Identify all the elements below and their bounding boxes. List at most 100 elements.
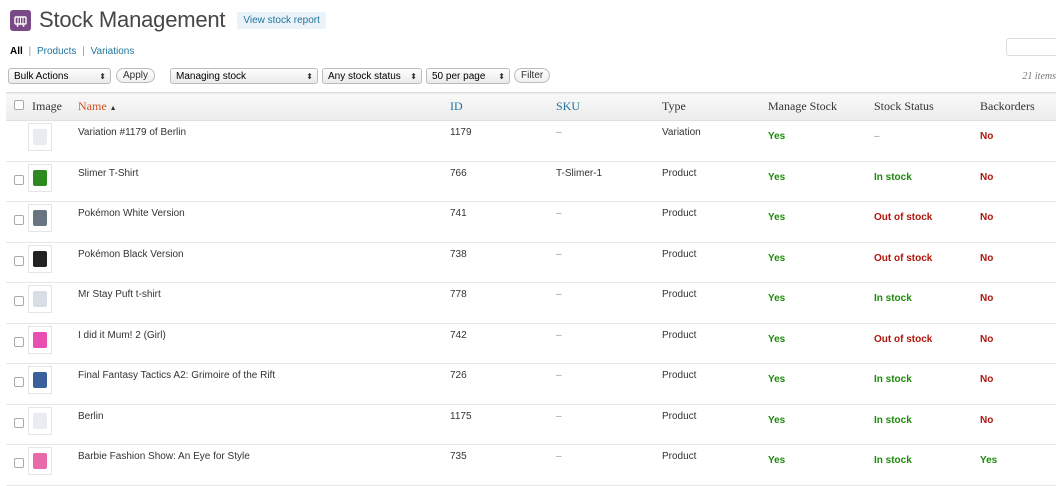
table-row[interactable]: Mr Stay Puft t-shirt 778 – Product Yes In sto… [6, 283, 1056, 324]
row-sku: T-Slimer-1 [556, 167, 603, 179]
product-thumbnail[interactable] [28, 366, 52, 394]
row-name[interactable]: Barbie Fashion Show: An Eye for Style [74, 445, 446, 486]
row-checkbox[interactable] [14, 255, 24, 266]
product-thumbnail[interactable] [28, 204, 52, 232]
row-type: Product [662, 208, 697, 219]
column-type: Type [662, 99, 686, 113]
row-name[interactable]: Final Fantasy Tactics A2: Grimoire of th… [74, 364, 446, 405]
bulk-actions-select[interactable]: Bulk Actions ⬍ [8, 68, 111, 84]
row-checkbox[interactable] [14, 417, 24, 428]
product-thumbnail[interactable] [28, 447, 52, 475]
table-navigation: Bulk Actions ⬍ Apply Managing stock ⬍ An… [8, 68, 1056, 86]
stock-table: Image Name ▲ ID SKU Type Manage Stock St… [6, 92, 1056, 486]
row-checkbox-cell[interactable] [6, 242, 28, 283]
row-stock-status: In stock [874, 374, 912, 385]
filter-button[interactable]: Filter [514, 68, 551, 83]
row-name[interactable]: Slimer T-Shirt [74, 161, 446, 202]
row-sku: – [556, 208, 562, 219]
product-thumbnail[interactable] [28, 285, 52, 313]
row-checkbox-cell[interactable] [6, 121, 28, 162]
row-sku: – [556, 248, 562, 260]
table-row[interactable]: Barbie Fashion Show: An Eye for Style 735… [6, 445, 1056, 486]
row-name[interactable]: Pokémon White Version [74, 202, 446, 243]
row-checkbox[interactable] [14, 296, 24, 307]
row-id: 1175 [450, 410, 472, 422]
row-checkbox-cell[interactable] [6, 161, 28, 202]
row-manage-stock: Yes [768, 455, 786, 466]
select-all-checkbox-cell[interactable] [6, 93, 28, 121]
row-checkbox[interactable] [14, 215, 24, 226]
table-row[interactable]: Pokémon White Version 741 – Product Yes Out o… [6, 202, 1056, 243]
row-sku: – [556, 289, 562, 300]
table-row[interactable]: Berlin 1175 – Product Yes In stock No [6, 404, 1056, 445]
row-checkbox-cell[interactable] [6, 202, 28, 243]
filter-products-link[interactable]: Products [37, 46, 76, 57]
row-name[interactable]: Pokémon Black Version [74, 242, 446, 283]
row-image-cell [28, 445, 74, 486]
table-row[interactable]: Slimer T-Shirt 766 T-Slimer-1 Product Yes In … [6, 161, 1056, 202]
row-sku: – [556, 127, 562, 138]
row-checkbox-cell[interactable] [6, 364, 28, 405]
column-sku[interactable]: SKU [552, 93, 658, 121]
table-row[interactable]: Pokémon Black Version 738 – Product Yes Out o… [6, 242, 1056, 283]
filter-variations-link[interactable]: Variations [91, 46, 135, 57]
select-all-checkbox[interactable] [14, 100, 24, 110]
column-name-label: Name [78, 99, 107, 113]
row-manage-stock: Yes [768, 293, 786, 304]
row-type: Product [662, 167, 697, 179]
table-row[interactable]: Final Fantasy Tactics A2: Grimoire of th… [6, 364, 1056, 405]
row-manage-stock: Yes [768, 374, 786, 385]
game-box-blue-icon [33, 372, 47, 388]
row-stock-status: – [874, 131, 880, 142]
search-input[interactable] [1006, 38, 1056, 56]
row-checkbox-cell[interactable] [6, 404, 28, 445]
row-sku: – [556, 329, 562, 341]
row-checkbox-cell[interactable] [6, 323, 28, 364]
table-row[interactable]: Variation #1179 of Berlin 1179 – Variation Y… [6, 121, 1056, 162]
column-name[interactable]: Name ▲ [74, 93, 446, 121]
row-stock-status: In stock [874, 171, 912, 183]
row-name[interactable]: Variation #1179 of Berlin [74, 121, 446, 162]
product-thumbnail[interactable] [28, 123, 52, 151]
product-thumbnail[interactable] [28, 163, 52, 192]
row-checkbox[interactable] [14, 174, 24, 185]
filter-separator: | [28, 46, 32, 57]
row-stock-status: Out of stock [874, 333, 933, 345]
row-stock-status: In stock [874, 293, 912, 304]
select-arrows-icon: ⬍ [410, 72, 417, 81]
table-row[interactable]: I did it Mum! 2 (Girl) 742 – Product Yes Out … [6, 323, 1056, 364]
product-thumbnail[interactable] [28, 325, 52, 354]
row-name[interactable]: Mr Stay Puft t-shirt [74, 283, 446, 324]
bulk-actions-label: Bulk Actions [14, 71, 69, 82]
product-thumbnail[interactable] [28, 406, 52, 435]
row-manage-stock: Yes [768, 333, 786, 345]
row-checkbox[interactable] [14, 458, 24, 469]
row-stock-status: In stock [874, 455, 912, 466]
view-filter-links: All | Products | Variations [10, 46, 134, 57]
row-type: Product [662, 410, 697, 422]
stock-table-wrapper: Image Name ▲ ID SKU Type Manage Stock St… [6, 92, 1056, 486]
row-checkbox-cell[interactable] [6, 283, 28, 324]
row-checkbox[interactable] [14, 377, 24, 388]
row-image-cell [28, 283, 74, 324]
column-id[interactable]: ID [446, 93, 552, 121]
row-image-cell [28, 242, 74, 283]
row-name[interactable]: Berlin [74, 404, 446, 445]
per-page-select[interactable]: 50 per page ⬍ [426, 68, 510, 84]
row-manage-stock: Yes [768, 171, 786, 183]
apply-button[interactable]: Apply [116, 68, 156, 83]
view-stock-report-button[interactable]: View stock report [237, 11, 326, 29]
row-checkbox[interactable] [14, 336, 24, 347]
column-manage-stock: Manage Stock [768, 99, 837, 113]
product-thumbnail[interactable] [28, 244, 52, 273]
stock-status-select[interactable]: Any stock status ⬍ [322, 68, 422, 84]
managing-stock-select[interactable]: Managing stock ⬍ [170, 68, 318, 84]
column-image: Image [32, 99, 62, 113]
row-checkbox-cell[interactable] [6, 445, 28, 486]
filter-all-link[interactable]: All [10, 46, 23, 57]
white-tshirt-icon [33, 412, 47, 429]
row-name[interactable]: I did it Mum! 2 (Girl) [74, 323, 446, 364]
select-arrows-icon: ⬍ [306, 72, 313, 81]
row-id: 726 [450, 370, 467, 381]
row-backorders: No [980, 252, 994, 264]
